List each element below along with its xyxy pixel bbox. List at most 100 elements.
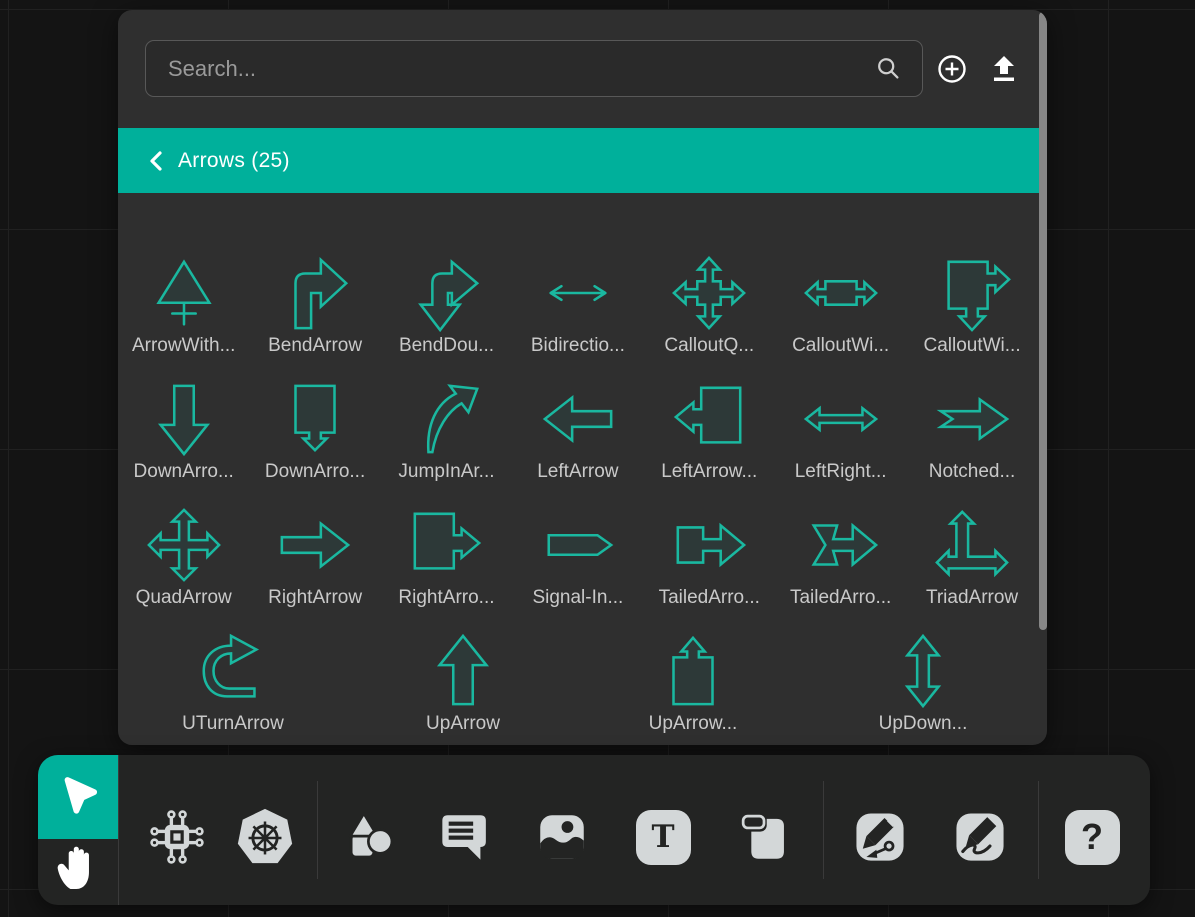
- shape-row: ArrowWith... BendArrow BendDou... Bidirecti…: [118, 233, 1038, 359]
- note-icon: [735, 808, 793, 866]
- arrow-with-stem-icon: [145, 254, 223, 332]
- right-arrow-icon: [276, 506, 354, 584]
- shape-tile-up-arrow-callout[interactable]: UpArrow...: [578, 611, 808, 737]
- shape-label: UTurnArrow: [182, 711, 284, 737]
- shape-label: UpArrow: [426, 711, 500, 737]
- shape-tile-tailed-arrow-2[interactable]: TailedArro...: [775, 485, 906, 611]
- shape-tile-right-arrow[interactable]: RightArrow: [249, 485, 380, 611]
- shape-tile-left-right-arrow[interactable]: LeftRight...: [775, 359, 906, 485]
- shape-label: RightArro...: [398, 585, 494, 611]
- shape-tile-bidirectional-arrow[interactable]: Bidirectio...: [512, 233, 643, 359]
- shape-tile-down-arrow-callout[interactable]: DownArro...: [249, 359, 380, 485]
- shape-label: UpDown...: [879, 711, 968, 737]
- shape-label: TailedArro...: [790, 585, 891, 611]
- toolbar-divider: [118, 755, 119, 905]
- cursor-icon: [52, 771, 104, 823]
- shape-tile-left-arrow-callout[interactable]: LeftArrow...: [644, 359, 775, 485]
- shape-tile-callout-left-right-arrow[interactable]: CalloutWi...: [775, 233, 906, 359]
- down-arrow-icon: [145, 380, 223, 458]
- down-arrow-callout-icon: [276, 380, 354, 458]
- shape-label: RightArrow: [268, 585, 362, 611]
- shape-label: TriadArrow: [926, 585, 1018, 611]
- kubernetes-tool-button[interactable]: [233, 805, 297, 869]
- right-arrow-callout-icon: [407, 506, 485, 584]
- search-input[interactable]: [145, 40, 923, 97]
- shape-tile-bend-arrow[interactable]: BendArrow: [249, 233, 380, 359]
- category-title: Arrows (25): [178, 149, 290, 173]
- up-arrow-icon: [424, 632, 502, 710]
- u-turn-arrow-icon: [194, 632, 272, 710]
- help-button[interactable]: ?: [1060, 805, 1124, 869]
- select-tool-button[interactable]: [38, 755, 118, 839]
- shapes-tool-button[interactable]: [340, 805, 404, 869]
- back-button[interactable]: [146, 150, 168, 172]
- shape-tile-tailed-arrow[interactable]: TailedArro...: [644, 485, 775, 611]
- up-arrow-callout-icon: [654, 632, 732, 710]
- image-tool-button[interactable]: [530, 805, 594, 869]
- text-icon: T: [636, 810, 691, 865]
- shape-label: CalloutWi...: [923, 333, 1020, 359]
- bottom-toolbar: T ?: [38, 755, 1150, 905]
- shape-label: JumpInAr...: [398, 459, 494, 485]
- shape-label: BendDou...: [399, 333, 494, 359]
- shape-tile-down-arrow[interactable]: DownArro...: [118, 359, 249, 485]
- add-shape-button[interactable]: [936, 53, 968, 85]
- shape-tile-callout-down-right-arrow[interactable]: CalloutWi...: [906, 233, 1037, 359]
- left-right-arrow-icon: [802, 380, 880, 458]
- infrastructure-tool-button[interactable]: [145, 805, 209, 869]
- shape-label: DownArro...: [134, 459, 234, 485]
- shape-label: CalloutQ...: [664, 333, 754, 359]
- panel-scrollbar[interactable]: [1039, 12, 1047, 630]
- shape-tile-up-arrow[interactable]: UpArrow: [348, 611, 578, 737]
- freehand-pen-icon: [951, 808, 1009, 866]
- panel-search-row: [118, 10, 1047, 128]
- triad-arrow-icon: [933, 506, 1011, 584]
- callout-down-right-arrow-icon: [933, 254, 1011, 332]
- toolbar-divider: [823, 781, 824, 879]
- shape-tile-callout-quad-arrow[interactable]: CalloutQ...: [644, 233, 775, 359]
- image-icon: [533, 808, 591, 866]
- bidirectional-arrow-icon: [539, 254, 617, 332]
- pan-tool-button[interactable]: [38, 839, 118, 905]
- shape-label: BendArrow: [268, 333, 362, 359]
- kubernetes-icon: [234, 806, 296, 868]
- text-tool-button[interactable]: T: [631, 805, 695, 869]
- note-tool-button[interactable]: [732, 805, 796, 869]
- shape-row: UTurnArrow UpArrow UpArrow... UpDown...: [118, 611, 1038, 737]
- shape-tile-triad-arrow[interactable]: TriadArrow: [906, 485, 1037, 611]
- tailed-arrow-2-icon: [802, 506, 880, 584]
- notched-right-arrow-icon: [933, 380, 1011, 458]
- bend-arrow-icon: [276, 254, 354, 332]
- shape-tile-up-down-arrow[interactable]: UpDown...: [808, 611, 1038, 737]
- shape-label: DownArro...: [265, 459, 365, 485]
- shape-label: LeftRight...: [795, 459, 887, 485]
- shape-tile-quad-arrow[interactable]: QuadArrow: [118, 485, 249, 611]
- shape-label: LeftArrow: [537, 459, 618, 485]
- infrastructure-icon: [147, 807, 207, 867]
- shape-tile-arrow-with-stem[interactable]: ArrowWith...: [118, 233, 249, 359]
- shape-tile-left-arrow[interactable]: LeftArrow: [512, 359, 643, 485]
- shape-tile-bend-double-arrow[interactable]: BendDou...: [381, 233, 512, 359]
- comment-icon: [436, 808, 494, 866]
- shape-tile-notched-right-arrow[interactable]: Notched...: [906, 359, 1037, 485]
- shape-tile-u-turn-arrow[interactable]: UTurnArrow: [118, 611, 348, 737]
- add-circle-icon: [936, 53, 968, 85]
- tailed-arrow-icon: [670, 506, 748, 584]
- search-icon: [875, 55, 903, 83]
- callout-left-right-arrow-icon: [802, 254, 880, 332]
- shape-grid: ArrowWith... BendArrow BendDou... Bidirecti…: [118, 193, 1038, 745]
- shape-row: QuadArrow RightArrow RightArro... Signal-In…: [118, 485, 1038, 611]
- shape-tile-signal-in[interactable]: Signal-In...: [512, 485, 643, 611]
- freehand-pen-tool-button[interactable]: [948, 805, 1012, 869]
- shape-tile-right-arrow-callout[interactable]: RightArro...: [381, 485, 512, 611]
- help-icon: ?: [1065, 810, 1120, 865]
- shape-label: ArrowWith...: [132, 333, 235, 359]
- callout-quad-arrow-icon: [670, 254, 748, 332]
- shape-label: QuadArrow: [136, 585, 232, 611]
- shape-tile-jump-in-arrow[interactable]: JumpInAr...: [381, 359, 512, 485]
- upload-shape-button[interactable]: [988, 53, 1020, 85]
- toolbar-divider: [1038, 781, 1039, 879]
- category-header: Arrows (25): [118, 128, 1047, 193]
- comment-tool-button[interactable]: [433, 805, 497, 869]
- connector-pen-tool-button[interactable]: [848, 805, 912, 869]
